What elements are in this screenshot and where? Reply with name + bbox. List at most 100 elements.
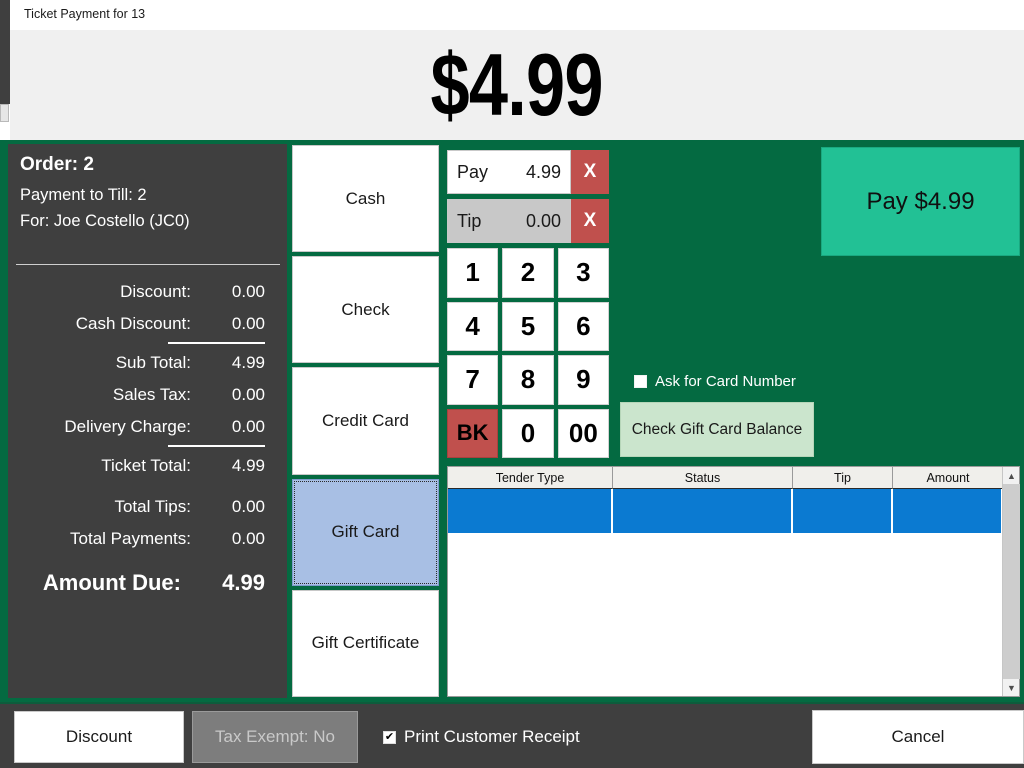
totals-row-cash-discount: Cash Discount: 0.00 [8,308,287,340]
tip-amount-field[interactable]: Tip 0.00 [447,199,571,243]
background-window-notch [0,104,9,122]
amount-due-display: $4.99 [430,35,604,134]
ticket-payment-window: Ticket Payment for 13 $4.99 Order: 2 Pay… [0,0,1024,768]
cell-tender-type [448,489,613,533]
totals-list: Discount: 0.00 Cash Discount: 0.00 Sub T… [8,276,287,602]
checkbox-icon-print-receipt[interactable]: ✔ [383,730,396,744]
amount-due-row: Amount Due: 4.99 [8,564,287,602]
keypad-key-9[interactable]: 9 [557,355,609,405]
scroll-up-icon[interactable]: ▲ [1003,467,1020,484]
ask-for-card-number-row[interactable]: Ask for Card Number [634,371,796,391]
sub-total-label: Sub Total: [115,353,191,372]
total-payments-label: Total Payments: [70,529,191,548]
total-tips-label: Total Tips: [114,497,191,516]
total-tips-value: 0.00 [231,497,265,516]
total-payments-value: 0.00 [231,529,265,548]
totals-rule-2 [168,445,265,447]
keypad-key-7[interactable]: 7 [447,355,499,405]
amount-header: $4.99 [10,30,1024,140]
ticket-total-label: Ticket Total: [101,456,191,475]
sales-tax-value: 0.00 [231,385,265,404]
sales-tax-label: Sales Tax: [112,385,191,404]
footer-toolbar: Discount Tax Exempt: No ✔ Print Customer… [0,702,1024,768]
pay-button[interactable]: Pay $4.99 [821,147,1020,256]
clear-pay-button[interactable]: X [571,150,609,194]
scrollbar-thumb[interactable] [1003,484,1020,679]
keypad-key-2[interactable]: 2 [502,248,554,298]
discount-value: 0.00 [231,282,265,301]
checkbox-icon-ask-card-number[interactable] [634,374,647,388]
column-header-amount[interactable]: Amount [893,467,1003,489]
cancel-button[interactable]: Cancel [812,710,1024,764]
cash-discount-value: 0.00 [231,314,265,333]
totals-row-delivery-charge: Delivery Charge: 0.00 [8,411,287,443]
totals-row-sales-tax: Sales Tax: 0.00 [8,379,287,411]
delivery-charge-label: Delivery Charge: [64,417,191,436]
column-header-tender-type[interactable]: Tender Type [448,467,613,489]
sub-total-value: 4.99 [231,353,265,372]
check-gift-card-balance-button[interactable]: Check Gift Card Balance [620,402,814,457]
keypad-key-backspace[interactable]: BK [447,408,499,458]
tip-field-value: 0.00 [525,210,561,231]
totals-gap-2 [8,555,287,564]
tender-grid-header: Tender Type Status Tip Amount [448,467,1019,489]
totals-gap [8,482,287,491]
totals-row-sub-total: Sub Total: 4.99 [8,347,287,379]
window-title: Ticket Payment for 13 [24,7,146,21]
discount-button[interactable]: Discount [14,711,184,763]
keypad-key-3[interactable]: 3 [557,248,609,298]
discount-label: Discount: [120,282,191,301]
amount-due-label: Amount Due: [42,570,181,595]
order-number-label: Order: 2 [20,154,94,175]
column-header-tip[interactable]: Tip [793,467,893,489]
sidebar-divider [16,264,280,265]
keypad-key-double-zero[interactable]: 00 [557,408,609,458]
tender-button-cash[interactable]: Cash [292,145,439,253]
tender-grid-scrollbar[interactable]: ▲ ▼ [1002,467,1020,696]
tender-button-gift-certificate[interactable]: Gift Certificate [292,589,439,698]
payment-to-till-label: Payment to Till: 2 [20,186,147,204]
totals-row-total-payments: Total Payments: 0.00 [8,523,287,555]
totals-rule-1 [168,342,265,344]
delivery-charge-value: 0.00 [231,417,265,436]
clear-tip-button[interactable]: X [571,199,609,243]
totals-row-total-tips: Total Tips: 0.00 [8,491,287,523]
tender-button-check[interactable]: Check [292,256,439,364]
ticket-total-value: 4.99 [231,456,265,475]
order-summary-sidebar: Order: 2 Payment to Till: 2 For: Joe Cos… [8,144,287,698]
cash-discount-label: Cash Discount: [75,314,191,333]
tender-button-gift-card[interactable]: Gift Card [292,478,439,586]
totals-row-discount: Discount: 0.00 [8,276,287,308]
background-window-edge-dark [0,0,10,104]
keypad-key-5[interactable]: 5 [502,301,554,351]
pay-field-value: 4.99 [525,161,561,182]
window-titlebar: Ticket Payment for 13 [10,0,1024,30]
pay-amount-field[interactable]: Pay 4.99 [447,150,571,194]
keypad-key-6[interactable]: 6 [557,301,609,351]
numeric-keypad: 1 2 3 4 5 6 7 8 9 BK 0 00 [447,248,609,458]
scroll-down-icon[interactable]: ▼ [1003,679,1020,696]
customer-name-label: For: Joe Costello (JC0) [20,211,190,230]
amount-due-value: 4.99 [222,570,265,595]
keypad-key-4[interactable]: 4 [447,301,499,351]
keypad-key-8[interactable]: 8 [502,355,554,405]
totals-row-ticket-total: Ticket Total: 4.99 [8,450,287,482]
keypad-key-0[interactable]: 0 [502,408,554,458]
footer-top-divider [0,702,1024,704]
tax-exempt-button[interactable]: Tax Exempt: No [192,711,358,763]
tender-button-credit-card[interactable]: Credit Card [292,367,439,475]
order-info-block: Order: 2 Payment to Till: 2 For: Joe Cos… [8,144,287,261]
print-customer-receipt-row[interactable]: ✔ Print Customer Receipt [383,726,580,748]
print-customer-receipt-label: Print Customer Receipt [404,727,580,746]
tip-field-label: Tip [457,210,482,231]
keypad-key-1[interactable]: 1 [447,248,499,298]
column-header-status[interactable]: Status [613,467,793,489]
cell-amount [893,489,1003,533]
cell-status [613,489,793,533]
tender-grid: Tender Type Status Tip Amount ▲ ▼ [447,466,1020,697]
table-row[interactable] [448,489,1019,533]
tender-type-list: Cash Check Credit Card Gift Card Gift Ce… [292,145,439,698]
ask-for-card-number-label: Ask for Card Number [655,372,796,390]
cell-tip [793,489,893,533]
pay-field-label: Pay [457,161,489,182]
